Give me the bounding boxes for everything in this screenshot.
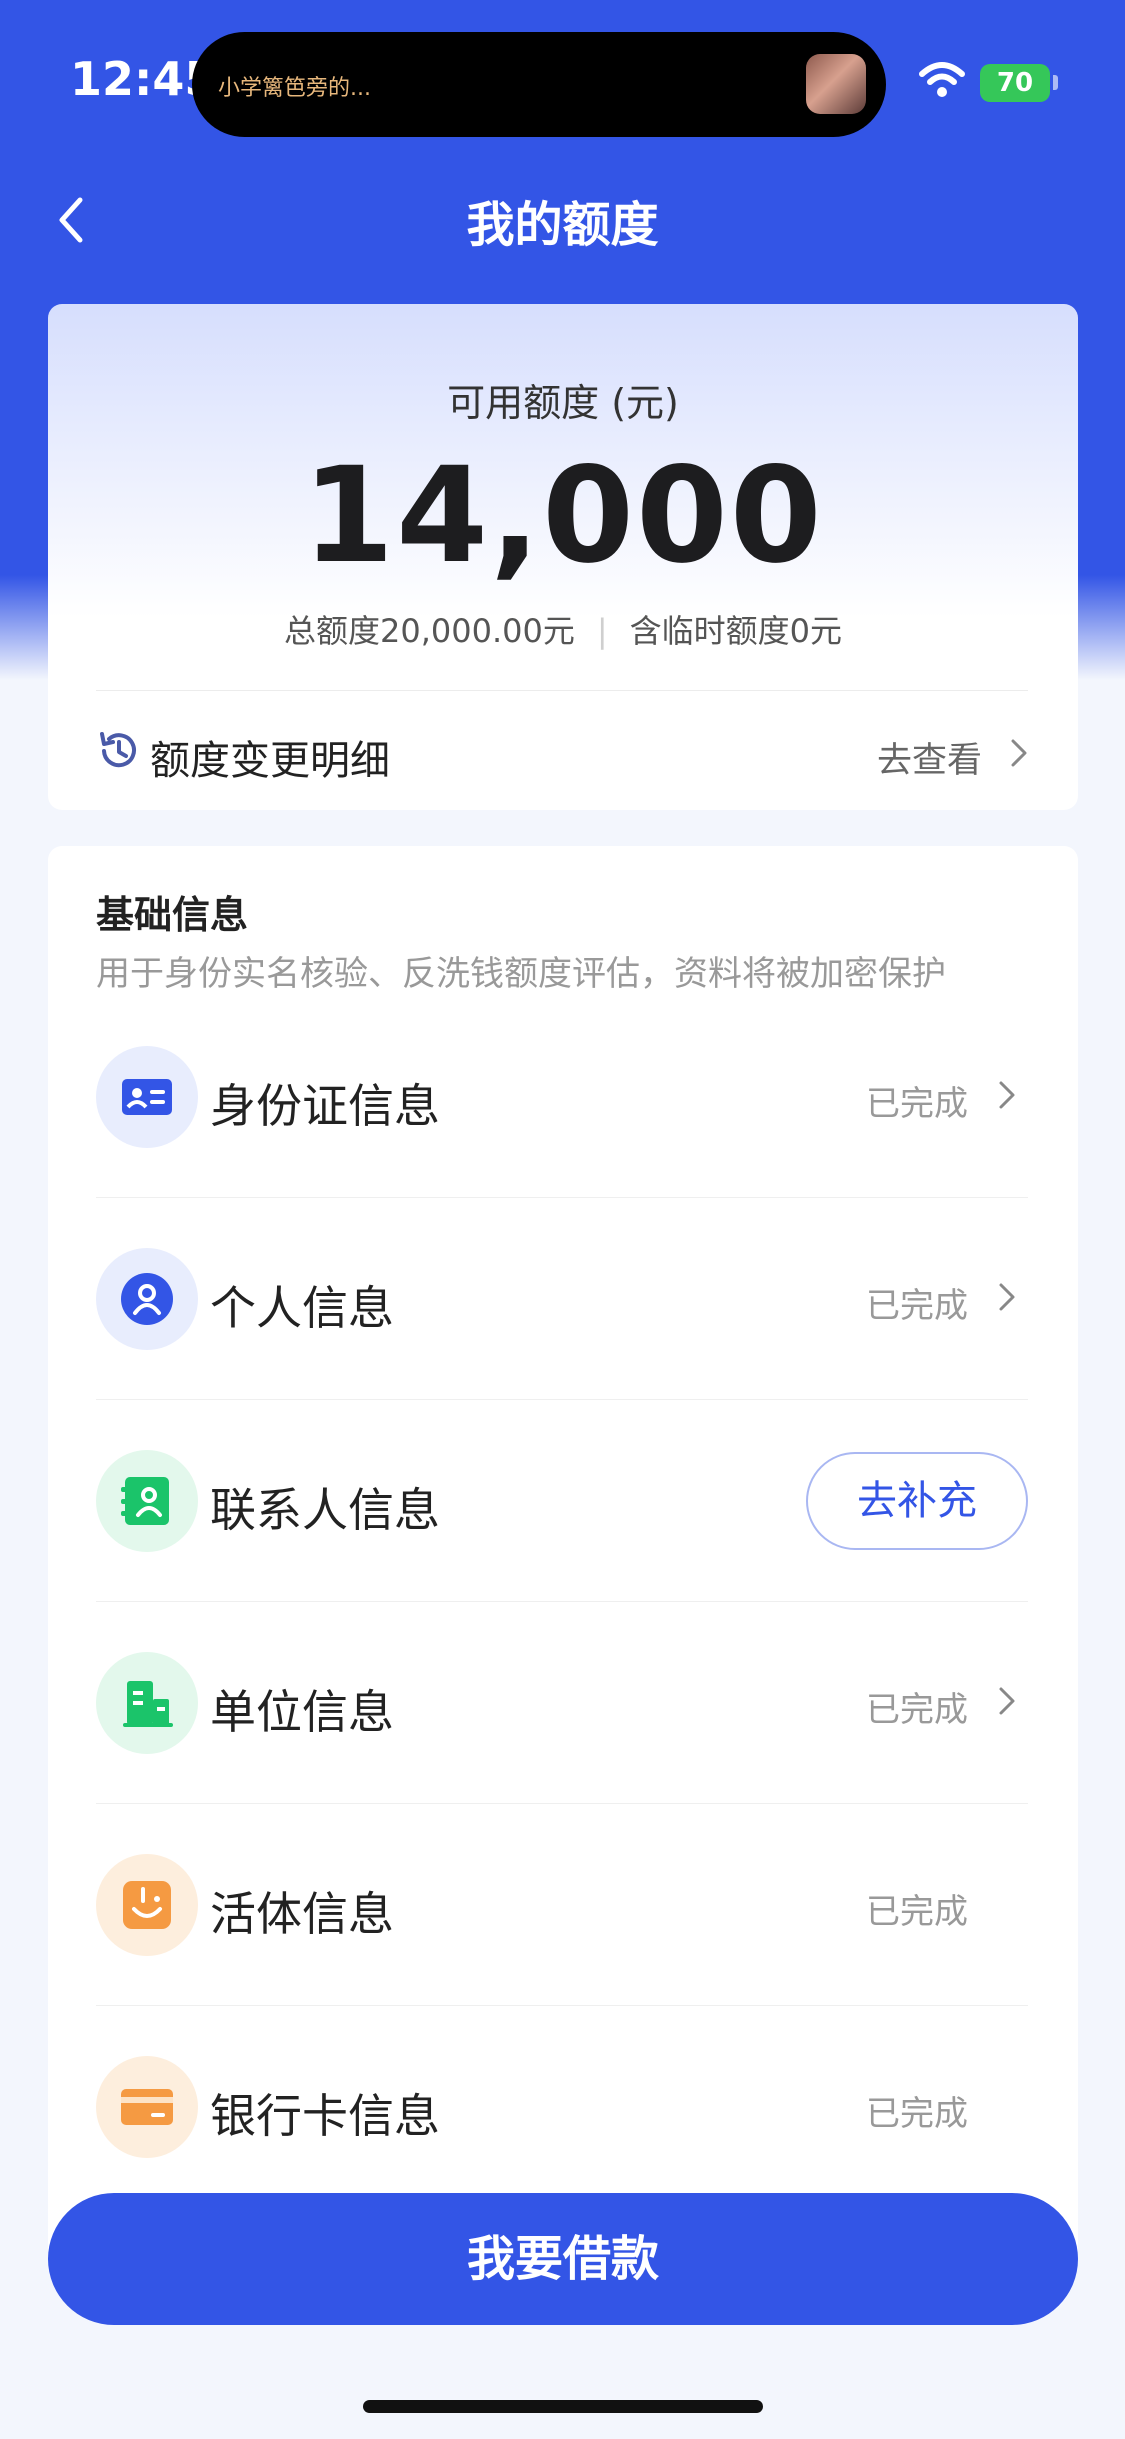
bank-card-icon [96, 2056, 198, 2158]
row-label: 联系人信息 [210, 1483, 440, 1537]
row-label: 身份证信息 [210, 1079, 440, 1133]
info-row-id-card[interactable]: 身份证信息 已完成 [96, 996, 1028, 1198]
credit-history-label: 额度变更明细 [150, 738, 390, 784]
navigation-bar: 我的额度 [0, 165, 1125, 275]
id-card-icon [96, 1046, 198, 1148]
home-indicator[interactable] [363, 2400, 763, 2413]
chevron-right-icon [999, 1283, 1015, 1311]
battery-cap [1053, 75, 1058, 90]
history-clock-icon [100, 732, 136, 768]
wifi-icon [919, 62, 965, 97]
credit-summary: 总额度20,000.00元 | 含临时额度0元 [48, 606, 1078, 652]
chevron-right-icon [999, 1081, 1015, 1109]
row-label: 活体信息 [210, 1887, 394, 1941]
row-status: 已完成 [866, 1690, 968, 1730]
building-icon [96, 1652, 198, 1754]
section-description: 用于身份实名核验、反洗钱额度评估，资料将被加密保护 [96, 954, 946, 994]
credit-limit-card: 可用额度 (元) 14,000 总额度20,000.00元 | 含临时额度0元 额度… [48, 304, 1078, 810]
battery-indicator: 70 [980, 64, 1050, 102]
album-art-thumbnail [806, 54, 866, 114]
info-row-employer[interactable]: 单位信息 已完成 [96, 1602, 1028, 1804]
view-history-link[interactable]: 去查看 [877, 732, 982, 783]
info-row-bank-card: 银行卡信息 已完成 [96, 2006, 1028, 2208]
row-status: 已完成 [866, 1892, 968, 1932]
supplement-contacts-button[interactable]: 去补充 [806, 1452, 1028, 1550]
info-row-contacts: 联系人信息 去补充 [96, 1400, 1028, 1602]
row-label: 个人信息 [210, 1281, 394, 1335]
live-activity-text: 小学篱笆旁的... [218, 76, 371, 101]
info-row-liveness: 活体信息 已完成 [96, 1804, 1028, 2006]
battery-level: 70 [996, 68, 1034, 98]
row-status: 已完成 [866, 2094, 968, 2134]
section-title: 基础信息 [96, 893, 249, 937]
temporary-credit-text: 含临时额度0元 [629, 612, 843, 650]
person-icon [96, 1248, 198, 1350]
status-bar: 12:45 小学篱笆旁的... 70 [0, 0, 1125, 165]
dynamic-island[interactable]: 小学篱笆旁的... [192, 32, 886, 137]
contacts-icon [96, 1450, 198, 1552]
total-credit-text: 总额度20,000.00元 [283, 612, 575, 650]
row-label: 单位信息 [210, 1685, 394, 1739]
row-status: 已完成 [866, 1286, 968, 1326]
available-credit-label: 可用额度 (元) [447, 381, 679, 425]
chevron-right-icon [1011, 739, 1027, 767]
available-credit-amount: 14,000 [302, 439, 824, 593]
row-label: 银行卡信息 [210, 2089, 440, 2143]
loan-button[interactable]: 我要借款 [48, 2193, 1078, 2325]
credit-history-row[interactable]: 额度变更明细 去查看 [96, 690, 1028, 810]
chevron-right-icon [999, 1687, 1015, 1715]
page-title: 我的额度 [466, 197, 659, 253]
info-row-personal[interactable]: 个人信息 已完成 [96, 1198, 1028, 1400]
row-status: 已完成 [866, 1084, 968, 1124]
basic-info-card: 基础信息 用于身份实名核验、反洗钱额度评估，资料将被加密保护 身份证信息 已完成 [48, 846, 1078, 2266]
face-icon [96, 1854, 198, 1956]
credit-summary-separator: | [596, 612, 608, 650]
